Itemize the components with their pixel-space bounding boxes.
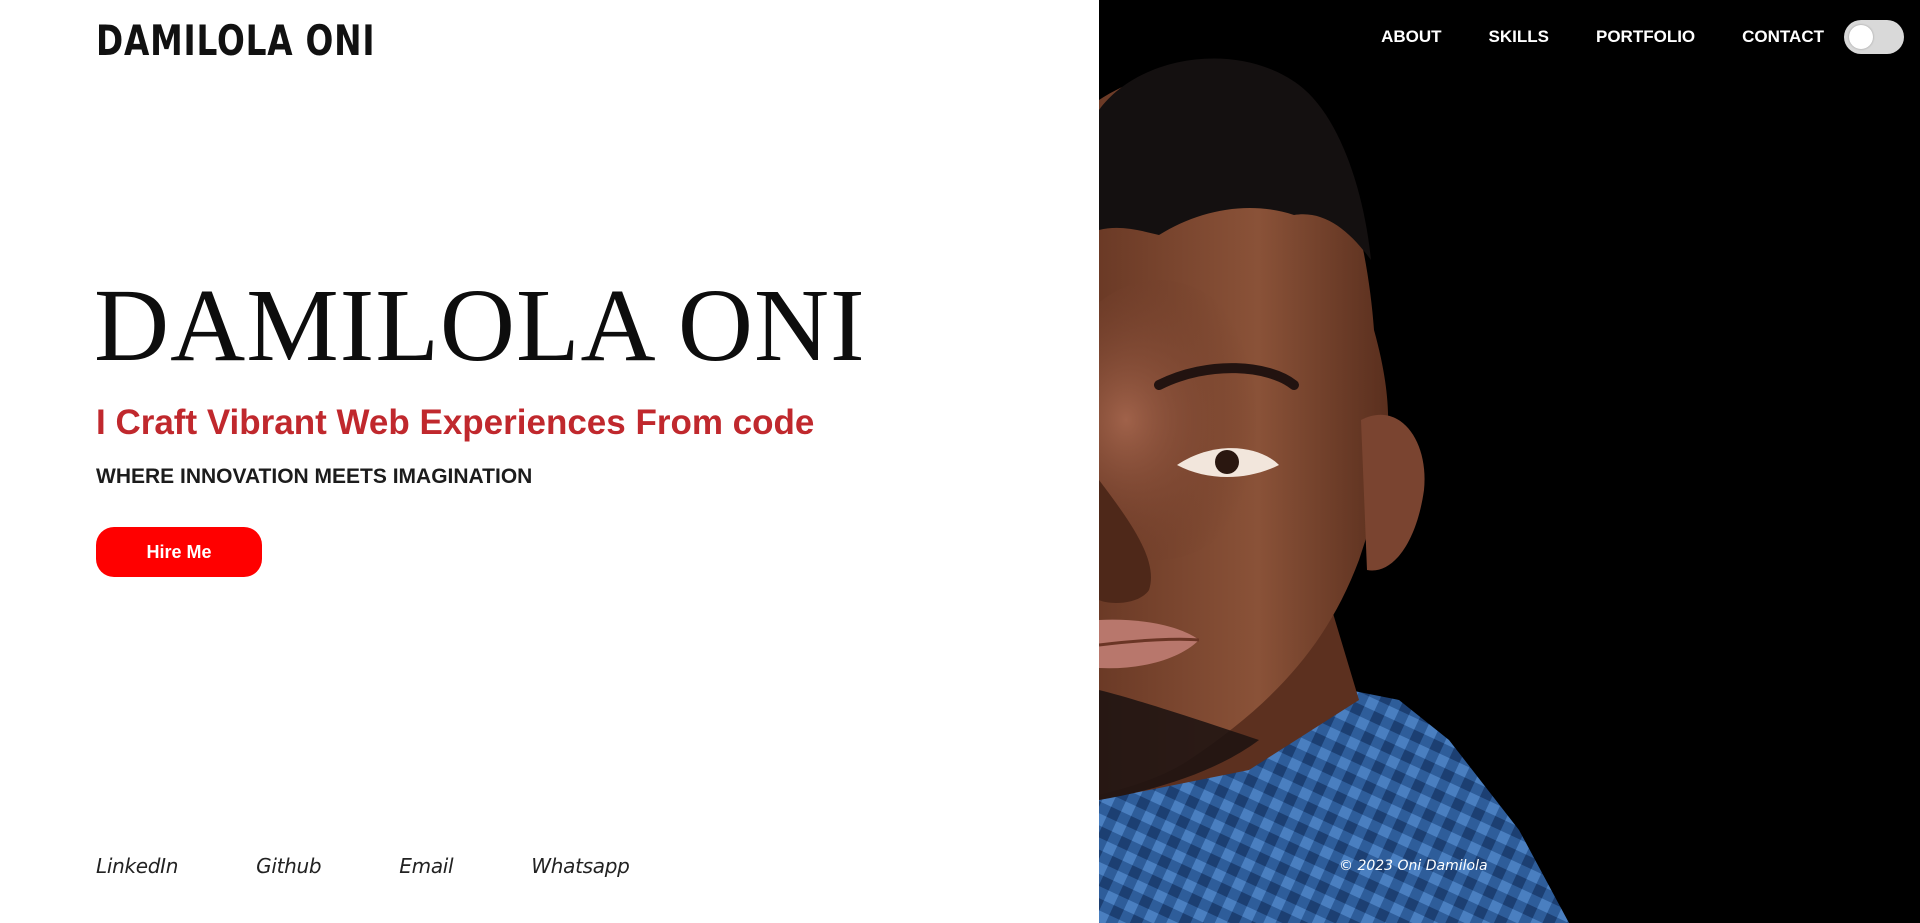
hero-subtitle: WHERE INNOVATION MEETS IMAGINATION	[96, 465, 533, 488]
site-logo[interactable]: DAMILOLA ONI	[96, 16, 375, 65]
hero-right-panel: ABOUT SKILLS PORTFOLIO CONTACT © 2023 On…	[1099, 0, 1920, 923]
toggle-switch-icon	[1849, 25, 1873, 49]
hero-left-panel: DAMILOLA ONI DAMILOLA ONI I Craft Vibran…	[0, 0, 1099, 923]
hero-name: DAMILOLA ONI	[94, 268, 866, 383]
nav-contact[interactable]: CONTACT	[1742, 27, 1824, 47]
linkedin-link[interactable]: LinkedIn	[96, 854, 178, 878]
social-links: LinkedIn Github Email Whatsapp	[96, 854, 630, 878]
hero-tagline: I Craft Vibrant Web Experiences From cod…	[96, 403, 815, 442]
copyright-text: © 2023 Oni Damilola	[1339, 858, 1488, 874]
nav-skills[interactable]: SKILLS	[1489, 27, 1549, 47]
nav-portfolio[interactable]: PORTFOLIO	[1596, 27, 1695, 47]
portrait-photo	[1099, 0, 1920, 923]
main-nav: ABOUT SKILLS PORTFOLIO CONTACT	[1334, 20, 1904, 54]
nav-about[interactable]: ABOUT	[1381, 27, 1441, 47]
portfolio-page: DAMILOLA ONI DAMILOLA ONI I Craft Vibran…	[0, 0, 1920, 923]
whatsapp-link[interactable]: Whatsapp	[531, 854, 630, 878]
github-link[interactable]: Github	[256, 854, 321, 878]
hire-me-button[interactable]: Hire Me	[96, 527, 262, 577]
email-link[interactable]: Email	[399, 854, 453, 878]
theme-toggle[interactable]	[1844, 20, 1904, 54]
